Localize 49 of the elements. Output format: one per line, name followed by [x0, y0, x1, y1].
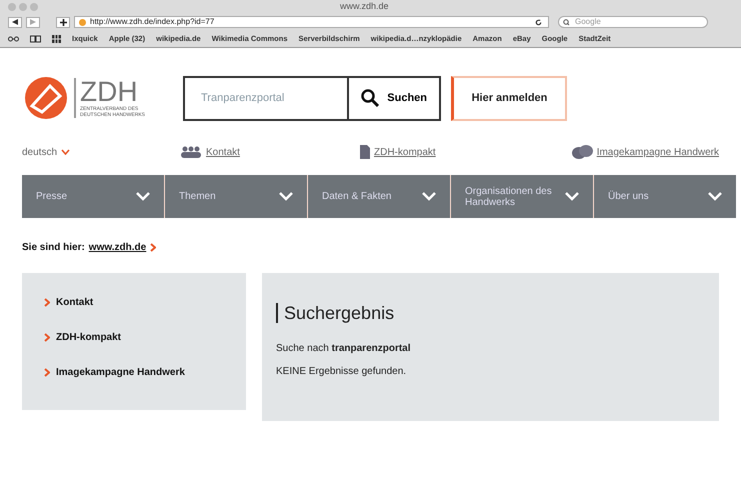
back-button[interactable]: [8, 16, 22, 28]
nav-tab[interactable]: Daten & Fakten: [308, 175, 450, 218]
address-field[interactable]: http://www.zdh.de/index.php?id=77: [74, 16, 549, 28]
chevron-icon: [44, 333, 50, 342]
chevron-down-icon: [279, 192, 293, 201]
search-icon: [563, 18, 571, 26]
speech-bubbles-icon: [570, 145, 593, 159]
nav-tab[interactable]: Über uns: [594, 175, 736, 218]
chevron-down-icon: [422, 192, 436, 201]
sidebar-link[interactable]: Kontakt: [56, 295, 94, 310]
document-icon: [360, 145, 370, 159]
search-box[interactable]: Tranparenzportal Suchen: [183, 76, 441, 120]
nav-tab[interactable]: Organisationen des Handwerks: [451, 175, 593, 218]
top-sites-icon[interactable]: [52, 34, 61, 42]
search-button[interactable]: Suchen: [347, 78, 439, 118]
people-icon: [180, 146, 202, 158]
reload-icon[interactable]: [535, 18, 542, 26]
top-link[interactable]: ZDH-kompakt: [374, 144, 436, 160]
glasses-icon[interactable]: [8, 36, 19, 42]
forward-icon: [30, 19, 36, 25]
site-icon: [79, 18, 86, 26]
search-icon: [361, 89, 380, 107]
chevron-down-icon: [708, 192, 722, 201]
breadcrumb-label: Sie sind hier:: [22, 241, 85, 255]
language-link[interactable]: deutsch: [22, 144, 58, 160]
logo-icon: [22, 76, 70, 120]
breadcrumb-link[interactable]: www.zdh.de: [88, 240, 146, 255]
nav-tab[interactable]: Presse: [22, 175, 164, 218]
top-link[interactable]: Kontakt: [206, 144, 240, 160]
chevron-icon: [44, 368, 50, 377]
chevron-icon: [61, 149, 70, 155]
add-button[interactable]: [56, 16, 70, 28]
result-title: Suchergebnis: [276, 303, 719, 323]
sidebar-link[interactable]: Imagekampagne Handwerk: [56, 365, 185, 380]
chevron-icon: [150, 243, 156, 252]
chevron-down-icon: [136, 192, 150, 201]
nav-tab[interactable]: Themen: [165, 175, 307, 218]
login-button[interactable]: Hier anmelden: [451, 76, 567, 120]
result-message: KEINE Ergebnisse gefunden.: [276, 365, 408, 379]
plus-icon: [60, 18, 66, 26]
back-icon: [12, 19, 18, 25]
query-text: Suche nach tranparenzportal: [276, 342, 412, 356]
sidebar-link[interactable]: ZDH-kompakt: [56, 330, 122, 345]
chevron-icon: [44, 298, 50, 307]
bookmarks-icon[interactable]: [30, 34, 41, 42]
window-title: www.zdh.de: [340, 0, 389, 14]
chevron-down-icon: [565, 192, 579, 201]
top-link[interactable]: Imagekampagne Handwerk: [596, 144, 719, 160]
logo-title: ZDH: [80, 78, 139, 106]
